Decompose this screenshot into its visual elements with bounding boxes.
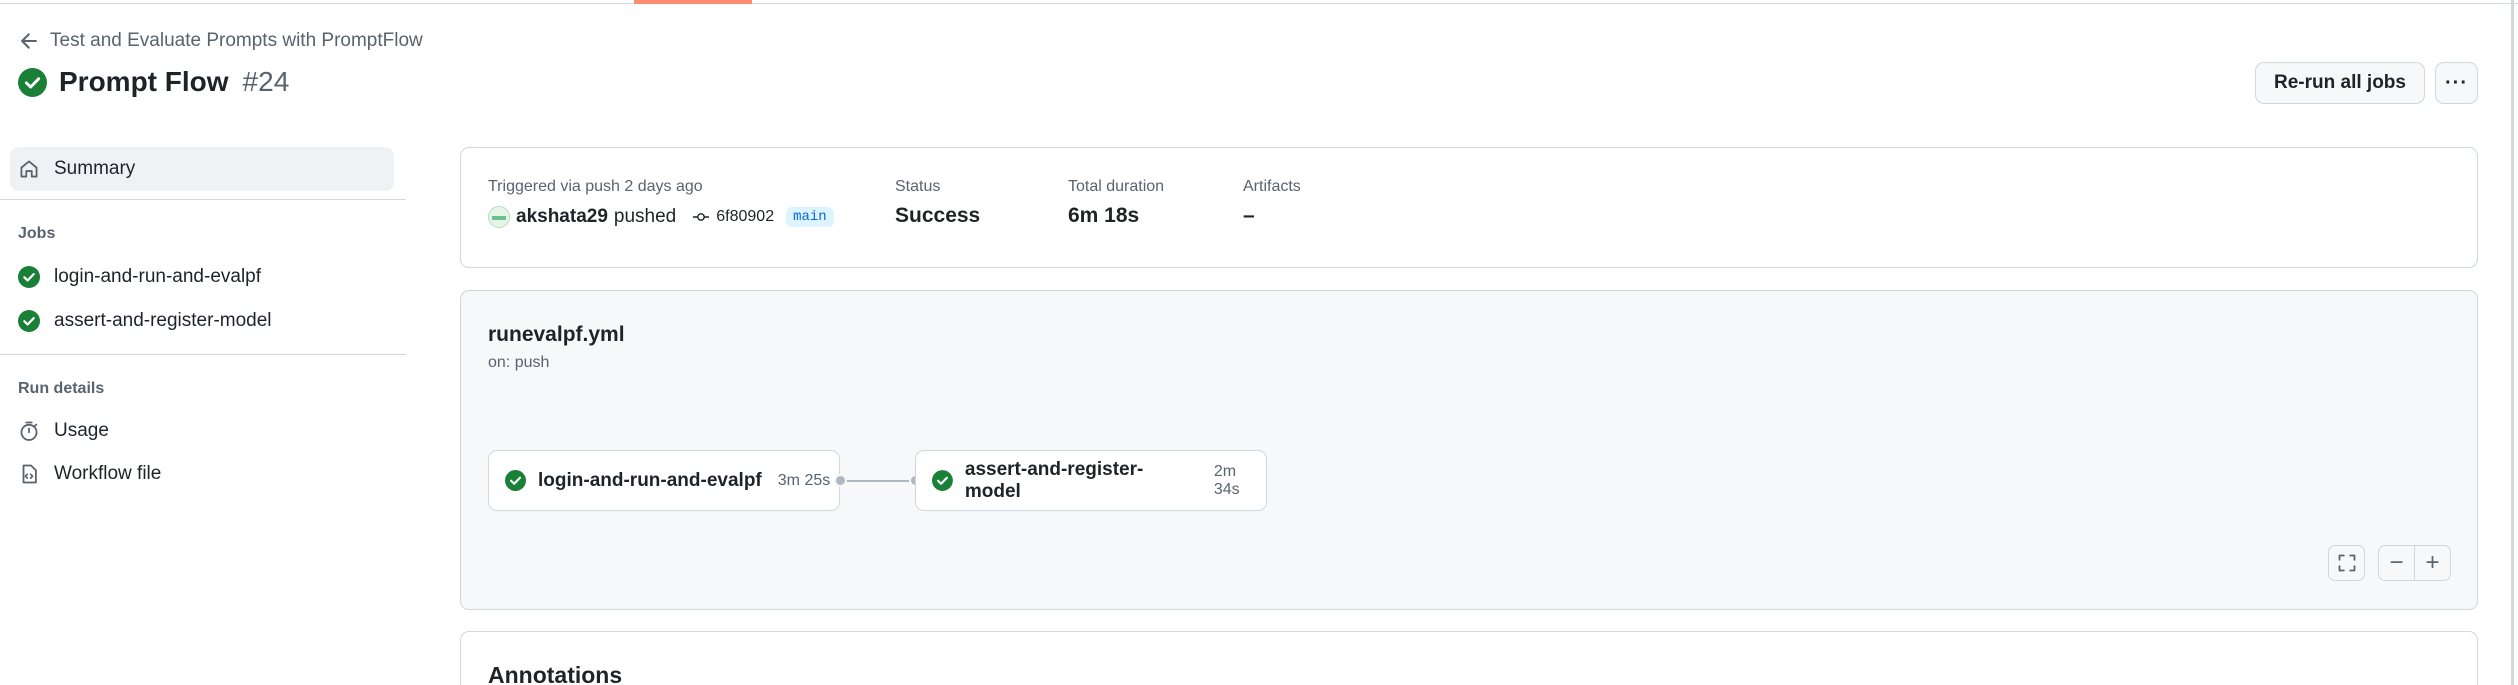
trigger-action: pushed: [613, 206, 677, 227]
artifacts-value: –: [1243, 204, 1255, 227]
duration-label: Total duration: [1068, 178, 1165, 195]
success-check-icon: [18, 266, 40, 288]
plus-icon: +: [2425, 549, 2440, 576]
commit-sha: 6f80902: [716, 208, 775, 225]
trigger-label: Triggered via push 2 days ago: [488, 178, 703, 195]
user-link[interactable]: akshata29: [516, 206, 608, 228]
rerun-all-jobs-button[interactable]: Re-run all jobs: [2255, 62, 2425, 104]
page-title: Prompt Flow #24: [18, 66, 289, 98]
scrollbar[interactable]: [2511, 0, 2514, 685]
connector-dot: [834, 474, 847, 487]
more-options-button[interactable]: ···: [2435, 62, 2478, 104]
branch-label[interactable]: main: [786, 207, 834, 227]
sidebar-item-summary[interactable]: Summary: [10, 147, 394, 191]
job-name: login-and-run-and-evalpf: [538, 469, 762, 491]
back-link-label: Test and Evaluate Prompts with PromptFlo…: [50, 30, 423, 51]
sidebar-item-workflow-file[interactable]: Workflow file: [10, 452, 394, 496]
back-link[interactable]: Test and Evaluate Prompts with PromptFlo…: [18, 30, 423, 52]
sidebar-item-label: Usage: [54, 420, 109, 441]
minus-icon: −: [2389, 549, 2404, 576]
zoom-out-button[interactable]: −: [2378, 545, 2415, 581]
sidebar-item-label: Summary: [54, 158, 136, 179]
home-icon: [18, 158, 40, 180]
run-summary-card: Triggered via push 2 days ago akshata29 …: [460, 147, 2478, 268]
sidebar-job-assert-and-register-model[interactable]: assert-and-register-model: [10, 299, 394, 343]
fit-to-screen-button[interactable]: [2328, 545, 2365, 581]
job-connector: [840, 480, 915, 482]
git-commit-icon: [693, 213, 710, 221]
sidebar-divider: [0, 354, 406, 355]
jobs-heading: Jobs: [18, 225, 56, 242]
sidebar-item-label: assert-and-register-model: [54, 310, 272, 331]
commit-link[interactable]: 6f80902: [692, 208, 774, 226]
trigger-details: akshata29 pushed 6f80902 main: [488, 206, 834, 228]
annotations-card: Annotations: [460, 631, 2478, 685]
success-check-icon: [18, 67, 47, 97]
workflow-file-name[interactable]: runevalpf.yml: [488, 323, 625, 347]
run-number: #24: [242, 66, 290, 97]
sidebar-item-label: Workflow file: [54, 463, 162, 484]
kebab-horizontal-icon: ···: [2445, 71, 2468, 94]
zoom-in-button[interactable]: +: [2414, 545, 2451, 581]
graph-job-assert-and-register-model[interactable]: assert-and-register-model 2m 34s: [915, 450, 1267, 511]
success-check-icon: [18, 310, 40, 332]
file-code-icon: [18, 463, 40, 485]
duration-value: 6m 18s: [1068, 204, 1140, 227]
workflow-graph-card: runevalpf.yml on: push login-and-run-and…: [460, 290, 2478, 610]
status-value: Success: [895, 204, 981, 227]
screen-full-icon: [2338, 554, 2355, 572]
success-check-icon: [932, 470, 953, 491]
job-name: assert-and-register-model: [964, 458, 1144, 502]
avatar[interactable]: [488, 206, 510, 228]
workflow-title: Prompt Flow: [59, 66, 229, 97]
stopwatch-icon: [18, 420, 40, 442]
status-label: Status: [895, 178, 941, 195]
sidebar-job-login-and-run-and-evalpf[interactable]: login-and-run-and-evalpf: [10, 255, 394, 299]
success-check-icon: [505, 470, 526, 491]
sidebar-divider: [0, 199, 406, 200]
sidebar-item-usage[interactable]: Usage: [10, 409, 394, 453]
artifacts-label: Artifacts: [1243, 178, 1301, 195]
sidebar-item-label: login-and-run-and-evalpf: [54, 266, 262, 287]
arrow-left-icon: [18, 30, 40, 52]
job-duration: 3m 25s: [777, 471, 831, 489]
active-tab-indicator: [634, 0, 752, 4]
workflow-trigger: on: push: [488, 354, 550, 371]
run-details-heading: Run details: [18, 380, 105, 397]
job-duration: 2m 34s: [1213, 462, 1240, 498]
top-nav-underline: [0, 0, 2518, 4]
annotations-title: Annotations: [488, 662, 623, 685]
graph-job-login-and-run-and-evalpf[interactable]: login-and-run-and-evalpf 3m 25s: [488, 450, 840, 511]
